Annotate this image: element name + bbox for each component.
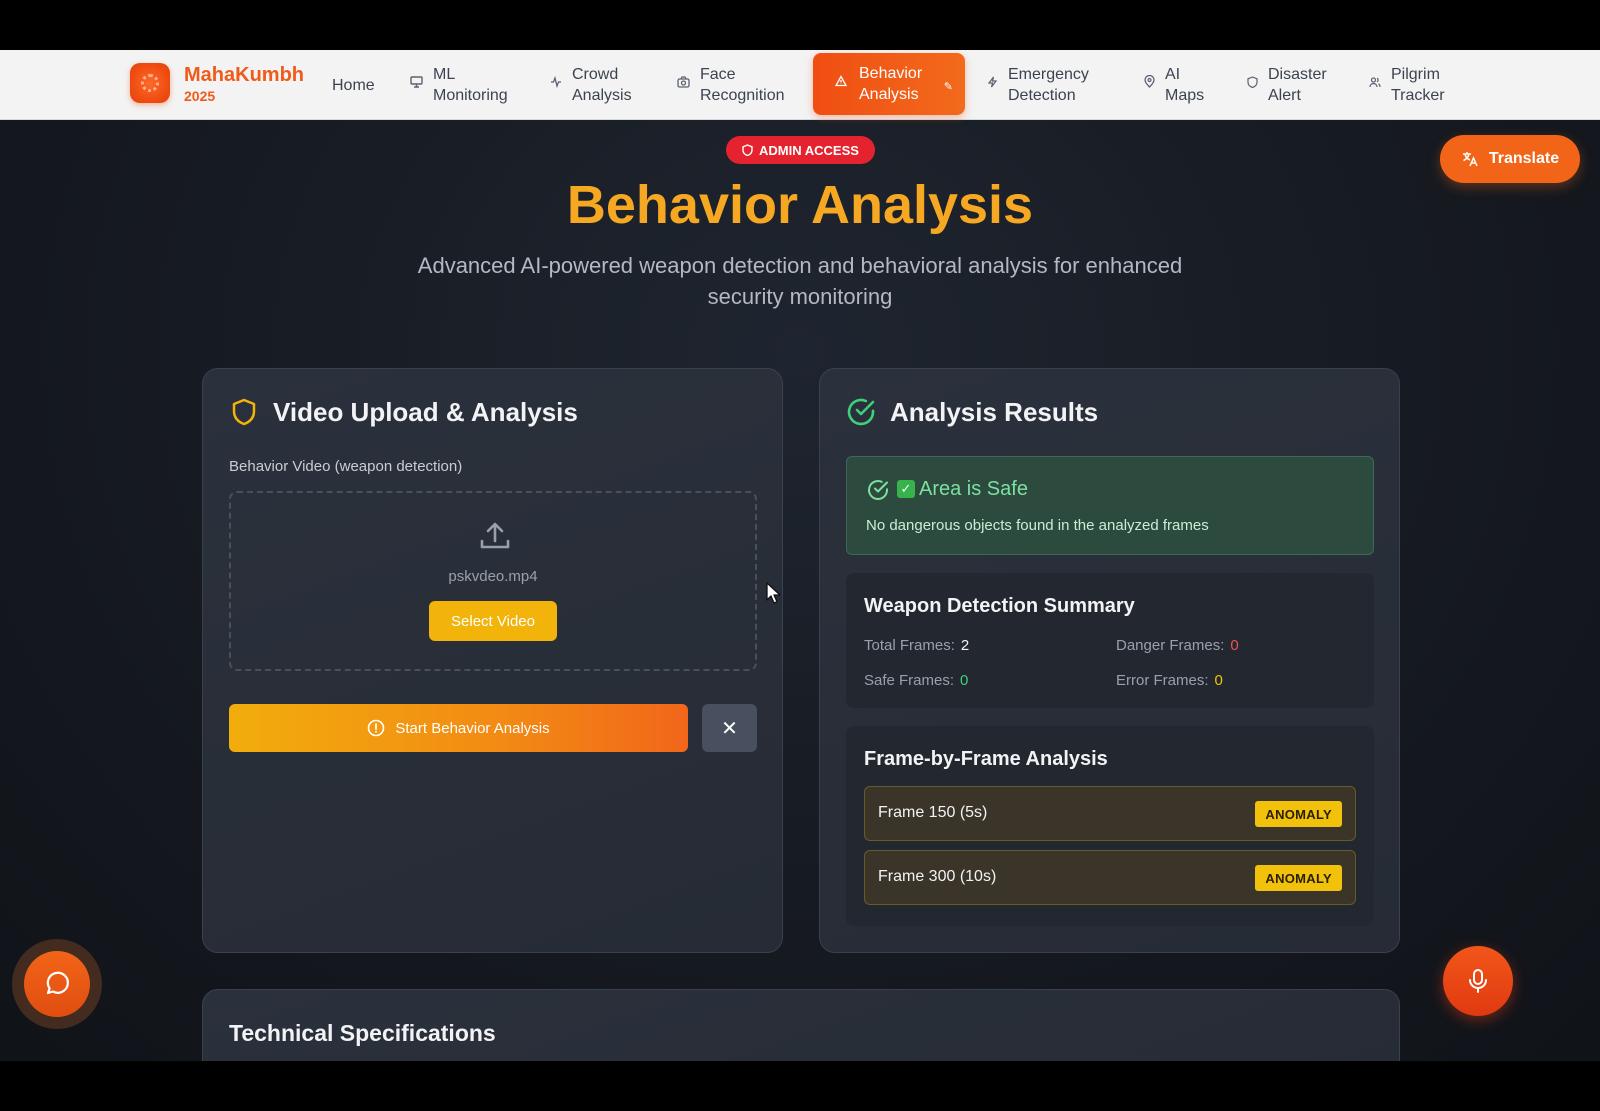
nav-item-face-recognition[interactable]: Face Recognition [677, 50, 797, 120]
nav-item-label: Home [332, 76, 375, 94]
stat-error-frames: Error Frames: 0 [1116, 672, 1223, 689]
zap-icon [987, 75, 998, 96]
nav-item-label: AI Maps [1165, 66, 1205, 104]
section-title: Technical Specifications [229, 1020, 496, 1046]
check-circle-icon [868, 480, 888, 500]
video-field-label: Behavior Video (weapon detection) [229, 458, 463, 475]
safe-status-title: Area is Safe [919, 478, 1028, 500]
microphone-icon [1469, 969, 1487, 993]
stat-value: 0 [1230, 637, 1239, 654]
summary-title: Weapon Detection Summary [864, 595, 1135, 617]
frame-by-frame-analysis: Frame-by-Frame Analysis Frame 150 (5s) A… [846, 726, 1374, 926]
safe-status-message: No dangerous objects found in the analyz… [866, 517, 1209, 534]
stat-label: Error Frames: [1116, 672, 1209, 689]
stat-value: 2 [960, 637, 970, 654]
check-circle-icon [847, 398, 875, 426]
safe-status-box: ✓ Area is Safe No dangerous objects foun… [846, 456, 1374, 555]
select-video-button[interactable]: Select Video [429, 601, 557, 641]
weapon-detection-summary: Weapon Detection Summary Total Frames: 2 … [846, 573, 1374, 708]
nav-item-label: Face Recognition [700, 66, 785, 104]
frames-title: Frame-by-Frame Analysis [864, 748, 1108, 770]
translate-label: Translate [1488, 150, 1560, 167]
alert-circle-icon [368, 719, 385, 737]
microphone-button[interactable] [1443, 946, 1513, 1016]
page-title: Behavior Analysis [566, 175, 1034, 235]
stat-safe-frames: Safe Frames: 0 [864, 672, 968, 689]
app-screen: MahaKumbh 2025 Home ML Monitoring Crowd … [0, 50, 1600, 1061]
message-circle-icon [46, 971, 69, 995]
anomaly-badge: ANOMALY [1255, 865, 1342, 891]
frame-label: Frame 300 (10s) [878, 868, 997, 885]
frame-row[interactable]: Frame 150 (5s) ANOMALY [864, 786, 1356, 841]
nav-item-label: ML Monitoring [433, 66, 508, 104]
frame-row[interactable]: Frame 300 (10s) ANOMALY [864, 850, 1356, 905]
stat-value: 0 [960, 672, 969, 689]
nav-item-emergency-detection[interactable]: Emergency Detection [987, 50, 1107, 120]
brand-name[interactable]: MahaKumbh [184, 64, 304, 87]
shield-icon [232, 398, 256, 426]
users-icon [1369, 75, 1381, 96]
video-dropzone[interactable]: pskvdeo.mp4 Select Video [229, 491, 757, 671]
nav-item-label: Pilgrim Tracker [1391, 66, 1445, 104]
analysis-results-card: Analysis Results ✓ Area is Safe No dange… [819, 368, 1400, 953]
checkbox-emoji-icon: ✓ [897, 480, 915, 498]
mouse-cursor-icon [766, 582, 781, 604]
top-navbar: MahaKumbh 2025 Home ML Monitoring Crowd … [0, 50, 1600, 120]
chat-button[interactable] [12, 939, 102, 1029]
logo-icon[interactable] [130, 63, 170, 103]
anomaly-badge: ANOMALY [1255, 801, 1342, 827]
edit-icon: ✎ [943, 81, 953, 93]
video-upload-card: Video Upload & Analysis Behavior Video (… [202, 368, 783, 953]
nav-item-home[interactable]: Home [332, 50, 375, 120]
nav-item-crowd-analysis[interactable]: Crowd Analysis [550, 50, 650, 120]
nav-item-ml-monitoring[interactable]: ML Monitoring [410, 50, 520, 120]
nav-item-label: Crowd Analysis [572, 66, 632, 104]
chat-button-inner [24, 951, 90, 1017]
stat-label: Danger Frames: [1116, 637, 1225, 654]
nav-item-disaster-alert[interactable]: Disaster Alert [1247, 50, 1347, 120]
stat-value: 0 [1214, 672, 1223, 689]
nav-item-pilgrim-tracker[interactable]: Pilgrim Tracker [1369, 50, 1479, 120]
map-pin-icon [1144, 74, 1155, 96]
nav-item-behavior-analysis[interactable]: Behavior Analysis ✎ [813, 53, 965, 115]
start-button-label: Start Behavior Analysis [395, 719, 550, 737]
stat-total-frames: Total Frames: 2 [864, 637, 969, 654]
nav-item-label: Behavior Analysis [859, 65, 923, 103]
shield-icon [1247, 75, 1258, 96]
clear-video-button[interactable]: ✕ [702, 704, 757, 752]
translate-icon [1462, 152, 1478, 167]
camera-icon [677, 75, 690, 96]
stat-danger-frames: Danger Frames: 0 [1116, 637, 1239, 654]
admin-access-badge: ADMIN ACCESS [726, 136, 875, 164]
card-title: Analysis Results [890, 397, 1099, 427]
frame-label: Frame 150 (5s) [878, 804, 988, 821]
card-title: Video Upload & Analysis [273, 397, 578, 427]
technical-specifications-card: Technical Specifications [202, 989, 1400, 1061]
alert-triangle-icon [834, 74, 848, 95]
stat-label: Total Frames: [864, 637, 955, 654]
start-behavior-analysis-button[interactable]: Start Behavior Analysis [229, 704, 688, 752]
upload-icon [480, 522, 510, 549]
nav-item-ai-maps[interactable]: AI Maps [1144, 50, 1224, 120]
page-subtitle: Advanced AI-powered weapon detection and… [417, 253, 1183, 309]
brand-year: 2025 [184, 88, 216, 104]
monitor-icon [410, 75, 423, 96]
badge-label: ADMIN ACCESS [759, 142, 859, 158]
nav-item-label: Emergency Detection [1008, 66, 1089, 104]
stat-label: Safe Frames: [864, 672, 955, 689]
shield-icon [742, 144, 753, 156]
activity-icon [550, 75, 562, 96]
nav-item-label: Disaster Alert [1268, 66, 1327, 104]
selected-file-name: pskvdeo.mp4 [448, 568, 538, 585]
